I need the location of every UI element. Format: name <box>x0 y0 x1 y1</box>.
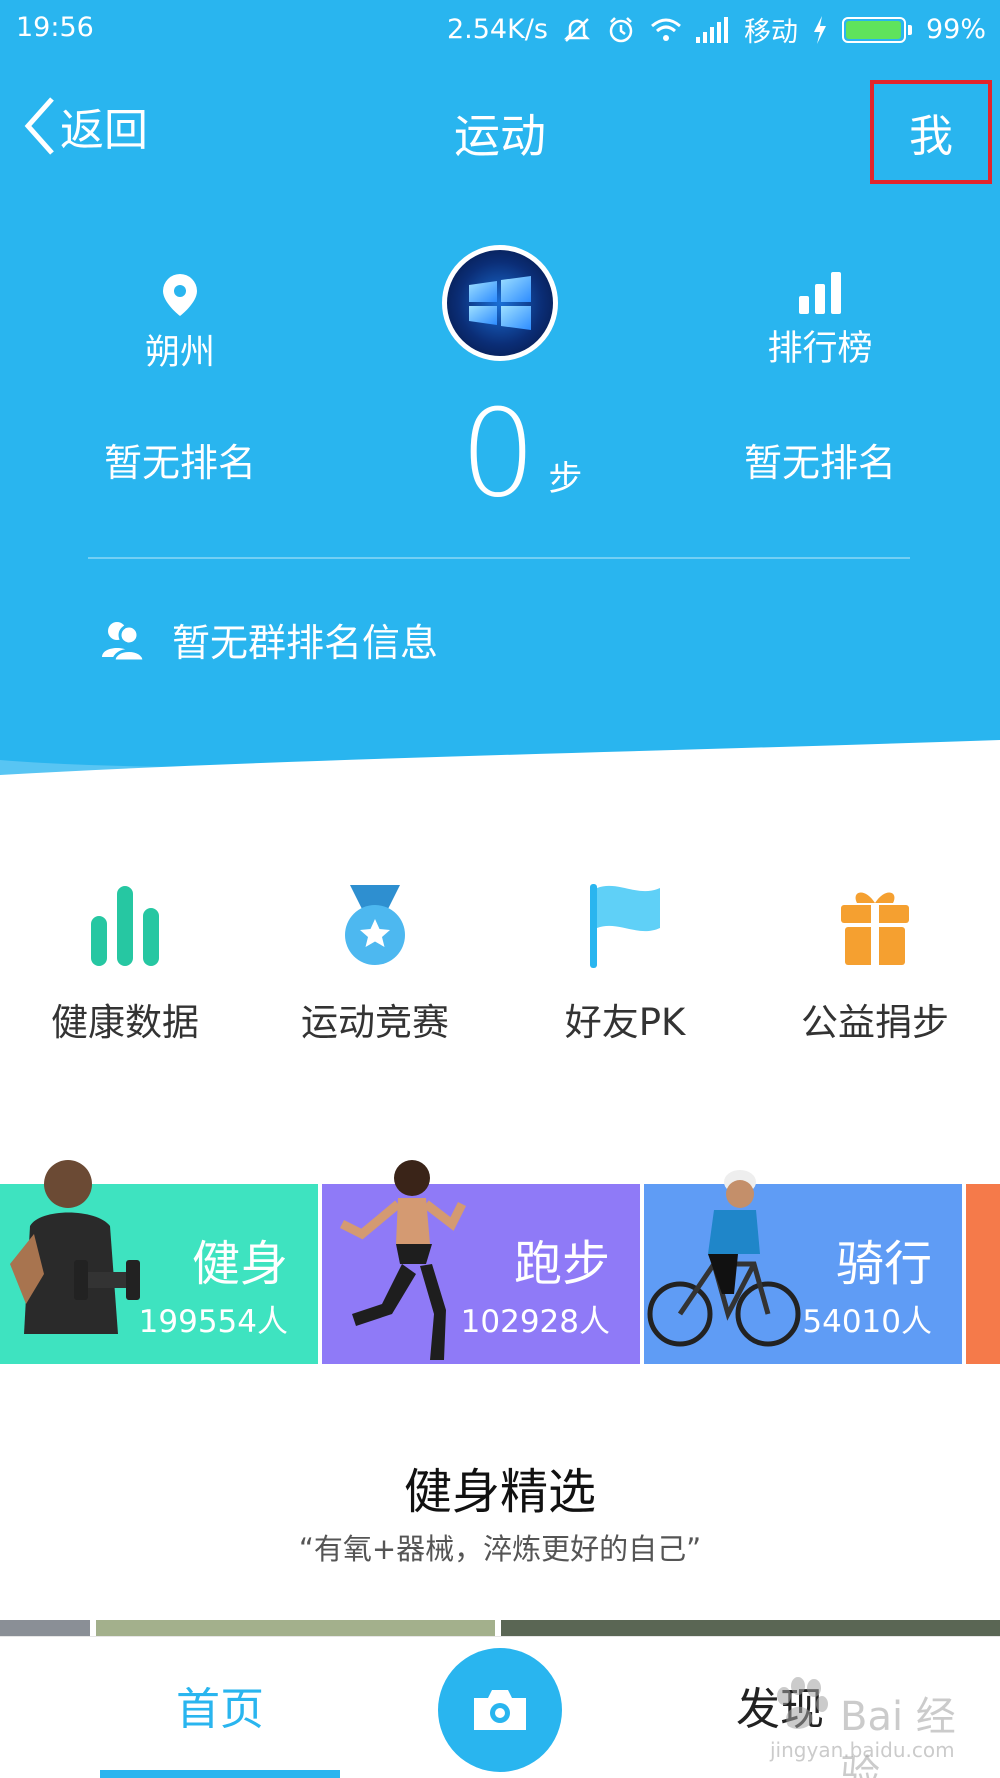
wave-decoration <box>0 740 1000 800</box>
running-card[interactable]: 跑步 102928人 <box>322 1160 640 1364</box>
tab-active-indicator <box>100 1770 340 1778</box>
camera-icon <box>474 1690 526 1730</box>
step-count: 0 <box>460 385 537 524</box>
baidu-jingyan-watermark: Bai 经验 jingyan.baidu.com <box>770 1676 990 1778</box>
charging-icon <box>812 15 828 44</box>
next-card-peek[interactable] <box>966 1184 1000 1364</box>
fitness-card[interactable]: 健身 199554人 <box>0 1160 318 1364</box>
watermark-url: jingyan.baidu.com <box>770 1738 955 1762</box>
paw-logo-icon <box>777 1677 828 1729</box>
function-label: 公益捐步 <box>801 1001 949 1044</box>
medal-icon <box>345 885 405 965</box>
section-title: 健身精选 <box>403 1464 596 1520</box>
group-rank-row[interactable]: 暂无群排名信息 <box>100 612 438 667</box>
card-count: 54010人 <box>802 1304 932 1340</box>
gift-icon <box>841 892 909 965</box>
card-title: 骑行 <box>835 1236 932 1292</box>
cycling-person-image <box>647 1170 801 1347</box>
friend-rank: 暂无排名 <box>743 441 896 485</box>
avatar[interactable] <box>442 245 558 361</box>
running-person-image <box>339 1160 467 1360</box>
location-pin-icon <box>163 274 197 316</box>
tab-home[interactable]: 首页 <box>100 1673 340 1737</box>
function-grid: 健康数据 运动竞赛 好友PK 公益捐步 <box>0 880 1000 1044</box>
leaderboard-label: 排行榜 <box>767 329 873 369</box>
divider <box>88 557 910 559</box>
mute-icon <box>562 15 592 45</box>
step-unit: 步 <box>548 459 583 499</box>
function-label: 健康数据 <box>51 1001 199 1044</box>
city-name: 朔州 <box>144 333 215 373</box>
fitness-person-image <box>10 1160 140 1334</box>
sports-competition-button[interactable]: 运动竞赛 <box>250 880 500 1044</box>
card-count: 199554人 <box>138 1304 288 1340</box>
sport-category-cards: 健身 199554人 跑步 102928人 骑行 54010人 <box>0 1160 1000 1365</box>
me-label: 我 <box>909 111 953 162</box>
net-speed: 2.54K/s <box>446 14 548 45</box>
header-panel: 19:56 2.54K/s 移动 99% 返回 运动 我 朔州 排行榜 暂无排名… <box>0 0 1000 800</box>
function-label: 运动竞赛 <box>301 1001 449 1044</box>
wifi-icon <box>650 16 682 44</box>
charity-steps-button[interactable]: 公益捐步 <box>750 880 1000 1044</box>
group-users-icon <box>102 621 146 661</box>
bar-chart-icon <box>91 886 159 966</box>
battery-fill <box>845 20 902 39</box>
me-button[interactable]: 我 <box>870 80 992 184</box>
carrier-label: 移动 <box>743 17 798 48</box>
camera-button[interactable] <box>438 1648 562 1772</box>
windows-logo-icon <box>469 276 531 330</box>
section-subtitle: “有氧+器械，淬炼更好的自己” <box>298 1532 702 1566</box>
card-title: 跑步 <box>513 1236 610 1292</box>
friend-pk-button[interactable]: 好友PK <box>500 880 750 1044</box>
status-time: 19:56 <box>16 12 94 43</box>
function-label: 好友PK <box>564 1001 686 1044</box>
city-rank: 暂无排名 <box>103 441 256 485</box>
leaderboard-button[interactable]: 排行榜 <box>745 272 895 371</box>
featured-photo-strip[interactable] <box>0 1620 1000 1636</box>
page-title: 运动 <box>454 109 546 163</box>
watermark-text: Bai 经验 <box>840 1694 956 1778</box>
health-data-button[interactable]: 健康数据 <box>0 880 250 1044</box>
flag-icon <box>590 884 660 968</box>
cycling-card[interactable]: 骑行 54010人 <box>644 1170 962 1364</box>
card-count: 102928人 <box>460 1304 610 1340</box>
battery-icon <box>841 16 912 43</box>
card-title: 健身 <box>191 1236 288 1292</box>
status-bar: 19:56 2.54K/s 移动 99% <box>0 0 1000 56</box>
group-rank-text: 暂无群排名信息 <box>172 621 439 665</box>
step-counter: 0 步 <box>460 385 583 524</box>
city-location[interactable]: 朔州 <box>110 272 250 375</box>
nav-bar: 返回 运动 我 <box>0 70 1000 184</box>
battery-percent: 99% <box>925 14 986 45</box>
leaderboard-bars-icon <box>799 272 841 314</box>
alarm-icon <box>606 15 636 45</box>
signal-icon <box>695 16 730 43</box>
